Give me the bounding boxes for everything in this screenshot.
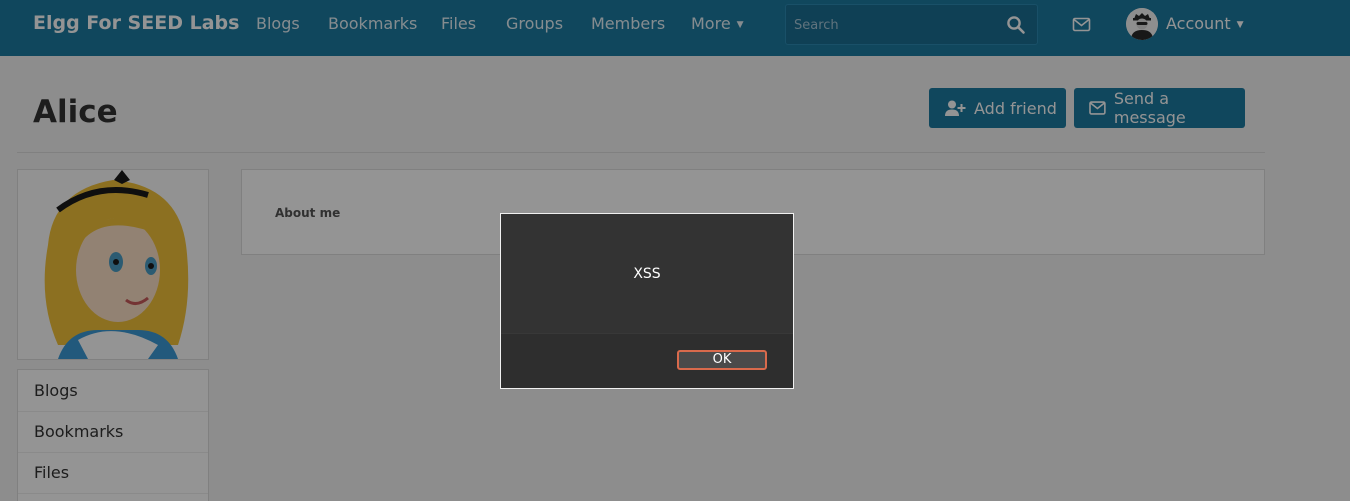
alert-footer: OK — [501, 333, 793, 388]
alert-message: XSS — [633, 266, 661, 282]
ok-button[interactable]: OK — [677, 350, 767, 370]
alert-dialog: XSS OK — [500, 213, 794, 389]
